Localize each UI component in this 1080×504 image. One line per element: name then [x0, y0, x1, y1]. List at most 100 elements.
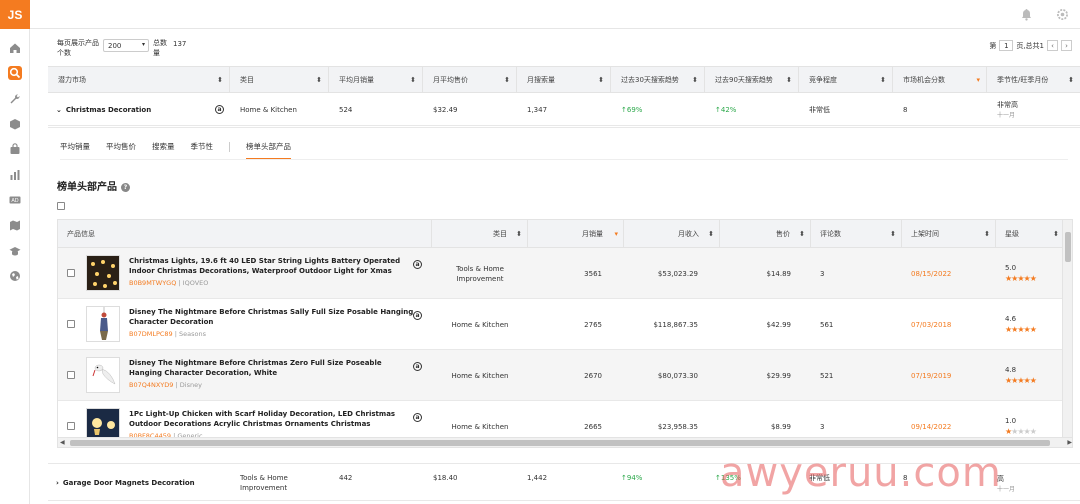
ad-icon[interactable]: AD	[8, 193, 22, 207]
amazon-badge-icon: a	[215, 105, 224, 114]
search-icon[interactable]	[8, 66, 22, 80]
scrollbar-thumb[interactable]	[1065, 232, 1071, 262]
tab-underline	[60, 159, 1068, 160]
scrollbar-thumb[interactable]	[70, 440, 1050, 446]
col-header-seasonality[interactable]: 季节性/旺季月份 ⬍	[987, 67, 1080, 94]
product-revenue: $80,073.30	[657, 371, 698, 380]
chart-icon[interactable]	[8, 168, 22, 182]
market-avg-sales: 442	[339, 474, 353, 482]
sort-icon: ⬍	[984, 230, 990, 238]
product-title[interactable]: Christmas Lights, 19.6 ft 40 LED Star St…	[129, 256, 414, 276]
product-asin[interactable]: B07Q4NXYD9 | Disney	[129, 381, 202, 389]
row-checkbox[interactable]	[67, 422, 75, 430]
product-title[interactable]: Disney The Nightmare Before Christmas Ze…	[129, 358, 414, 378]
product-sales: 3561	[584, 269, 602, 278]
product-thumbnail[interactable]	[86, 357, 120, 393]
tab-search-volume[interactable]: 搜索量	[152, 141, 175, 160]
graduation-icon[interactable]	[8, 244, 22, 258]
market-name[interactable]: › Garage Door Magnets Decoration	[48, 464, 230, 502]
per-page-select[interactable]: 200 ▾	[103, 39, 149, 52]
col-header-rating[interactable]: 星级 ⬍	[996, 220, 1064, 248]
product-asin[interactable]: B07DMLPC89 | Seasons	[129, 330, 206, 338]
col-header-competition[interactable]: 竞争程度 ⬍	[799, 67, 893, 94]
sort-icon: ⬍	[708, 230, 714, 238]
market-avg-price: $18.40	[433, 474, 458, 482]
market-name[interactable]: ⌄ Christmas Decoration	[48, 93, 230, 126]
page-input[interactable]: 1	[999, 40, 1014, 51]
app-root: JS AD 每页展示产品个数 200 ▾ 总数量 137 第 1 页,总共1 ‹…	[0, 0, 1080, 504]
row-checkbox[interactable]	[67, 320, 75, 328]
sort-icon: ⬍	[692, 76, 698, 84]
col-header-trend90[interactable]: 过去90天搜索趋势 ⬍	[705, 67, 799, 94]
horizontal-scrollbar[interactable]: ◀ ▶	[58, 437, 1072, 447]
tab-seasonality[interactable]: 季节性	[191, 141, 214, 160]
product-row[interactable]: Disney The Nightmare Before Christmas Sa…	[58, 299, 1064, 350]
market-table: 潜力市场 ⬍ 类目 ⬍ 平均月销量 ⬍ 月平均售价 ⬍ 月搜索量 ⬍ 过去30天搜索趋势 ⬍…	[48, 66, 1080, 126]
tab-avg-price[interactable]: 平均售价	[106, 141, 136, 160]
col-header-search-volume[interactable]: 月搜索量 ⬍	[517, 67, 611, 94]
expanded-panel: 平均销量 平均售价 搜索量 季节性 榜单头部产品 榜单头部产品? 产品信息 类目…	[48, 127, 1080, 460]
next-page-button[interactable]: ›	[1061, 40, 1072, 51]
select-all-checkbox[interactable]	[57, 202, 65, 210]
top-bar	[30, 0, 1080, 29]
tab-avg-sales[interactable]: 平均销量	[60, 141, 90, 160]
col-header-trend30[interactable]: 过去30天搜索趋势 ⬍	[611, 67, 705, 94]
col-header-date[interactable]: 上架时间 ⬍	[902, 220, 996, 248]
col-header-score[interactable]: 市场机会分数 ▾	[893, 67, 987, 94]
product-reviews: 3	[820, 269, 825, 278]
prev-page-button[interactable]: ‹	[1047, 40, 1058, 51]
pager: 第 1 页,总共1 ‹ ›	[989, 40, 1072, 51]
col-header-revenue[interactable]: 月收入 ⬍	[624, 220, 720, 248]
product-row[interactable]: Disney The Nightmare Before Christmas Ze…	[58, 350, 1064, 401]
bag-icon[interactable]	[8, 142, 22, 156]
sort-icon: ⬍	[799, 230, 805, 238]
vertical-scrollbar[interactable]	[1062, 220, 1072, 438]
col-header-sales[interactable]: 月销量 ▾	[528, 220, 624, 248]
product-thumbnail[interactable]	[86, 306, 120, 342]
row-checkbox[interactable]	[67, 269, 75, 277]
rating-stars-icon: ★★★★★	[1005, 325, 1037, 334]
market-row[interactable]: ⌄ Christmas Decoration a Home & Kitchen 5…	[48, 93, 1080, 126]
product-thumbnail[interactable]	[86, 255, 120, 291]
product-date: 07/03/2018	[911, 320, 952, 329]
col-header-avg-price[interactable]: 月平均售价 ⬍	[423, 67, 517, 94]
product-row[interactable]: Christmas Lights, 19.6 ft 40 LED Star St…	[58, 248, 1064, 299]
product-title[interactable]: Disney The Nightmare Before Christmas Sa…	[129, 307, 414, 327]
box-icon[interactable]	[8, 117, 22, 131]
home-icon[interactable]	[8, 41, 22, 55]
globe-icon[interactable]	[8, 269, 22, 283]
col-header-reviews[interactable]: 评论数 ⬍	[811, 220, 902, 248]
col-header-category[interactable]: 类目 ⬍	[432, 220, 528, 248]
products-table: 产品信息 类目 ⬍ 月销量 ▾ 月收入 ⬍ 售价 ⬍ 评论数 ⬍ 上架时间 ⬍ 星级 ⬍ Ch…	[57, 219, 1073, 448]
product-asin[interactable]: B0B9MTWYGQ | IQOVEO	[129, 279, 208, 287]
chevron-right-icon: ›	[56, 479, 59, 487]
sort-desc-icon: ▾	[976, 76, 980, 84]
col-header-price[interactable]: 售价 ⬍	[720, 220, 811, 248]
tab-top-products[interactable]: 榜单头部产品	[246, 141, 291, 160]
col-header-avg-sales[interactable]: 平均月销量 ⬍	[329, 67, 423, 94]
product-price: $42.99	[766, 320, 792, 329]
col-header-category[interactable]: 类目 ⬍	[230, 67, 329, 94]
total-label: 总数量	[153, 39, 167, 57]
row-checkbox[interactable]	[67, 371, 75, 379]
amazon-badge-icon: a	[413, 260, 422, 269]
map-icon[interactable]	[8, 218, 22, 232]
scroll-right-icon[interactable]: ▶	[1067, 439, 1072, 446]
chevron-down-icon: ⌄	[56, 105, 62, 114]
total-value: 137	[173, 40, 187, 48]
product-rating: 4.8 ★★★★★	[1005, 366, 1037, 385]
gear-icon[interactable]	[1056, 8, 1069, 21]
product-title[interactable]: 1Pc Light-Up Chicken with Scarf Holiday …	[129, 409, 414, 429]
help-icon[interactable]: ?	[121, 183, 130, 192]
bell-icon[interactable]	[1020, 8, 1033, 21]
sort-icon: ⬍	[217, 76, 223, 84]
sub-tabs: 平均销量 平均售价 搜索量 季节性 榜单头部产品	[60, 141, 307, 160]
app-logo[interactable]: JS	[0, 0, 30, 29]
scroll-left-icon[interactable]: ◀	[60, 439, 65, 446]
product-price: $14.89	[766, 269, 792, 278]
market-category: Tools & Home Improvement	[240, 474, 288, 492]
col-header-market[interactable]: 潜力市场 ⬍	[48, 67, 230, 94]
wrench-icon[interactable]	[8, 92, 22, 106]
market-avg-price: $32.49	[433, 105, 458, 114]
sort-icon: ⬍	[598, 76, 604, 84]
